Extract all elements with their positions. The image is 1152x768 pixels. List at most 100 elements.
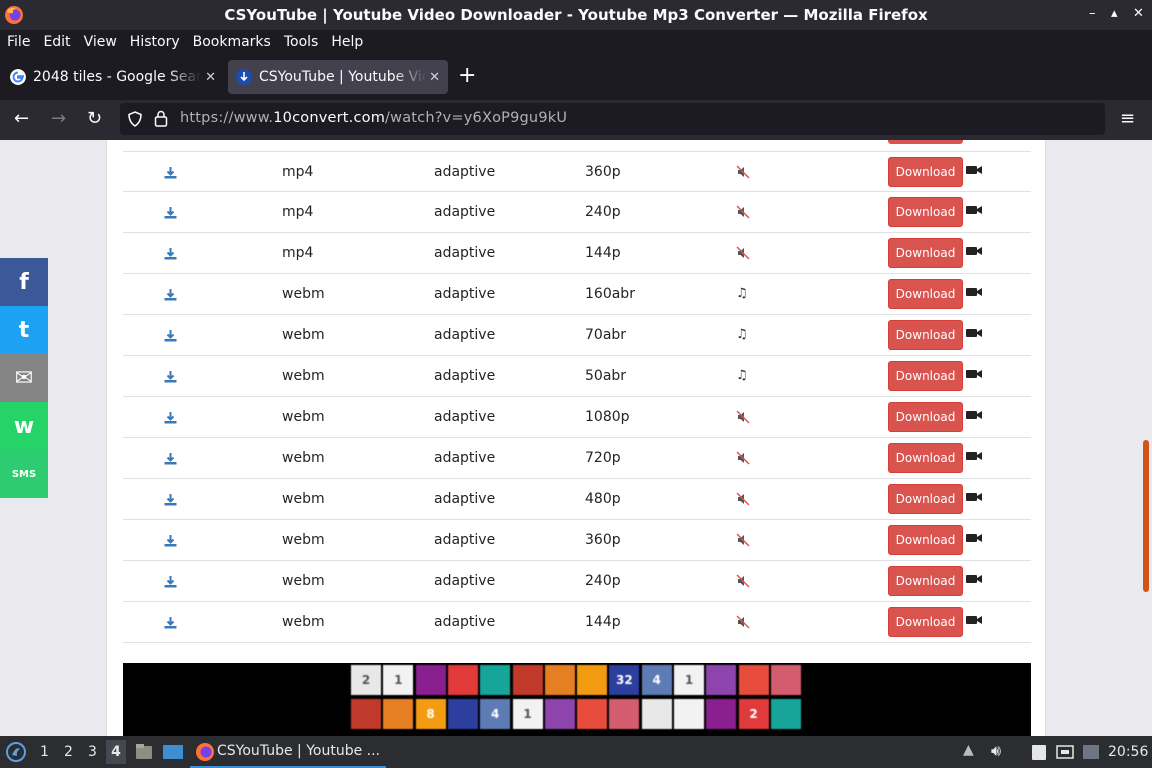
quality-cell: 50abr — [585, 368, 627, 384]
menu-file[interactable]: File — [0, 34, 36, 50]
quality-cell: 240p — [585, 204, 621, 220]
type-cell: adaptive — [434, 368, 496, 384]
download-arrow-icon[interactable] — [164, 411, 177, 424]
start-menu-icon[interactable] — [6, 742, 26, 762]
quality-cell: 1080p — [585, 409, 630, 425]
network-icon[interactable] — [1056, 743, 1074, 761]
thumbnail-tiles: 2 1 32 4 1 8 4 1 2 — [351, 663, 801, 736]
back-arrow-icon[interactable]: ← — [14, 108, 29, 129]
minimize-button[interactable]: – — [1089, 6, 1096, 21]
shield-icon[interactable] — [128, 111, 142, 127]
download-button[interactable]: Download — [888, 197, 963, 227]
whatsapp-share-icon[interactable]: w — [0, 402, 48, 450]
download-button-partial[interactable] — [888, 140, 963, 144]
download-button[interactable]: Download — [888, 525, 963, 555]
download-arrow-icon[interactable] — [164, 616, 177, 629]
muted-speaker-icon — [736, 451, 750, 465]
thumbnail-tile — [770, 699, 801, 729]
reload-icon[interactable]: ↻ — [87, 108, 102, 129]
tab-title: CSYouTube | Youtube Video Downloader — [259, 69, 427, 85]
close-tab-icon[interactable]: ✕ — [429, 70, 440, 85]
download-button[interactable]: Download — [888, 157, 963, 187]
twitter-share-icon[interactable]: t — [0, 306, 48, 354]
thumbnail-tile: 4 — [641, 665, 672, 695]
download-button[interactable]: Download — [888, 279, 963, 309]
menu-tools[interactable]: Tools — [277, 34, 325, 50]
menu-help[interactable]: Help — [324, 34, 369, 50]
music-note-icon: ♫ — [736, 286, 748, 301]
download-button[interactable]: Download — [888, 484, 963, 514]
download-button[interactable]: Download — [888, 607, 963, 637]
download-button[interactable]: Download — [888, 402, 963, 432]
download-button[interactable]: Download — [888, 320, 963, 350]
tab-google-search[interactable]: 2048 tiles - Google Search ✕ — [2, 60, 224, 94]
lock-icon[interactable] — [154, 110, 168, 127]
download-arrow-icon[interactable] — [164, 575, 177, 588]
type-cell: adaptive — [434, 532, 496, 548]
format-cell: webm — [282, 450, 325, 466]
new-tab-button[interactable]: + — [458, 63, 476, 88]
quality-cell: 240p — [585, 573, 621, 589]
download-button[interactable]: Download — [888, 443, 963, 473]
download-arrow-icon[interactable] — [164, 247, 177, 260]
scrollbar-thumb[interactable] — [1143, 440, 1149, 592]
workspace-3[interactable]: 3 — [88, 744, 97, 760]
forward-arrow-icon[interactable]: → — [51, 108, 66, 129]
tray-arrow-icon[interactable]: ▲ — [963, 742, 974, 758]
video-camera-icon — [966, 247, 982, 255]
video-camera-icon — [966, 166, 982, 174]
download-arrow-icon[interactable] — [164, 493, 177, 506]
format-cell: webm — [282, 614, 325, 630]
file-manager-icon[interactable] — [134, 742, 154, 762]
download-button[interactable]: Download — [888, 238, 963, 268]
menu-bookmarks[interactable]: Bookmarks — [186, 34, 277, 50]
workspace-1[interactable]: 1 — [40, 744, 49, 760]
download-arrow-icon[interactable] — [164, 370, 177, 383]
thumbnail-tile — [544, 699, 575, 729]
muted-speaker-icon — [736, 246, 750, 260]
maximize-button[interactable]: ▴ — [1111, 6, 1118, 21]
volume-icon[interactable]: 🔊︎ — [991, 741, 1001, 761]
menu-edit[interactable]: Edit — [36, 34, 76, 50]
workspace-2[interactable]: 2 — [64, 744, 73, 760]
thumbnail-tile — [706, 699, 737, 729]
tab-csyoutube[interactable]: CSYouTube | Youtube Video Downloader ✕ — [228, 60, 448, 94]
desktop-icon[interactable] — [162, 742, 184, 762]
thumbnail-tile — [447, 699, 478, 729]
menu-view[interactable]: View — [77, 34, 123, 50]
workspace-4[interactable]: 4 — [106, 740, 126, 764]
thumbnail-tile: 1 — [512, 699, 543, 729]
download-arrow-icon[interactable] — [164, 329, 177, 342]
download-arrow-icon[interactable] — [164, 166, 177, 179]
menu-history[interactable]: History — [123, 34, 186, 50]
firefox-icon — [196, 743, 214, 761]
download-arrow-icon[interactable] — [164, 206, 177, 219]
thumbnail-tile: 2 — [738, 699, 769, 729]
thumbnail-tile: 2 — [351, 665, 381, 695]
download-button[interactable]: Download — [888, 361, 963, 391]
facebook-share-icon[interactable]: f — [0, 258, 48, 306]
quality-cell: 360p — [585, 164, 621, 180]
download-arrow-icon[interactable] — [164, 452, 177, 465]
url-text[interactable]: https://www.10convert.com/watch?v=y6XoP9… — [180, 110, 567, 126]
csyoutube-favicon-icon — [236, 69, 252, 85]
table-row: webm adaptive 144p Download — [123, 602, 1031, 643]
close-tab-icon[interactable]: ✕ — [205, 70, 216, 85]
video-thumbnail[interactable]: 2 1 32 4 1 8 4 1 2 — [123, 663, 1031, 736]
thumbnail-tile — [738, 665, 769, 695]
download-button[interactable]: Download — [888, 566, 963, 596]
email-share-icon[interactable]: ✉ — [0, 354, 48, 402]
hamburger-menu-icon[interactable]: ≡ — [1120, 108, 1135, 129]
download-arrow-icon[interactable] — [164, 534, 177, 547]
table-row: mp4 adaptive 240p Download — [123, 192, 1031, 233]
thumbnail-tile — [577, 699, 608, 729]
url-bar[interactable]: https://www.10convert.com/watch?v=y6XoP9… — [120, 103, 1105, 135]
clipboard-icon[interactable] — [1031, 743, 1047, 761]
sms-share-icon[interactable]: SMS — [0, 450, 48, 498]
taskbar-firefox-window[interactable]: CSYouTube | Youtube ... — [190, 736, 386, 768]
thumbnail-tile — [609, 699, 640, 729]
download-arrow-icon[interactable] — [164, 288, 177, 301]
thumbnail-tile: 32 — [609, 665, 640, 695]
notifications-icon[interactable] — [1082, 743, 1100, 761]
close-window-button[interactable]: ✕ — [1133, 6, 1144, 21]
